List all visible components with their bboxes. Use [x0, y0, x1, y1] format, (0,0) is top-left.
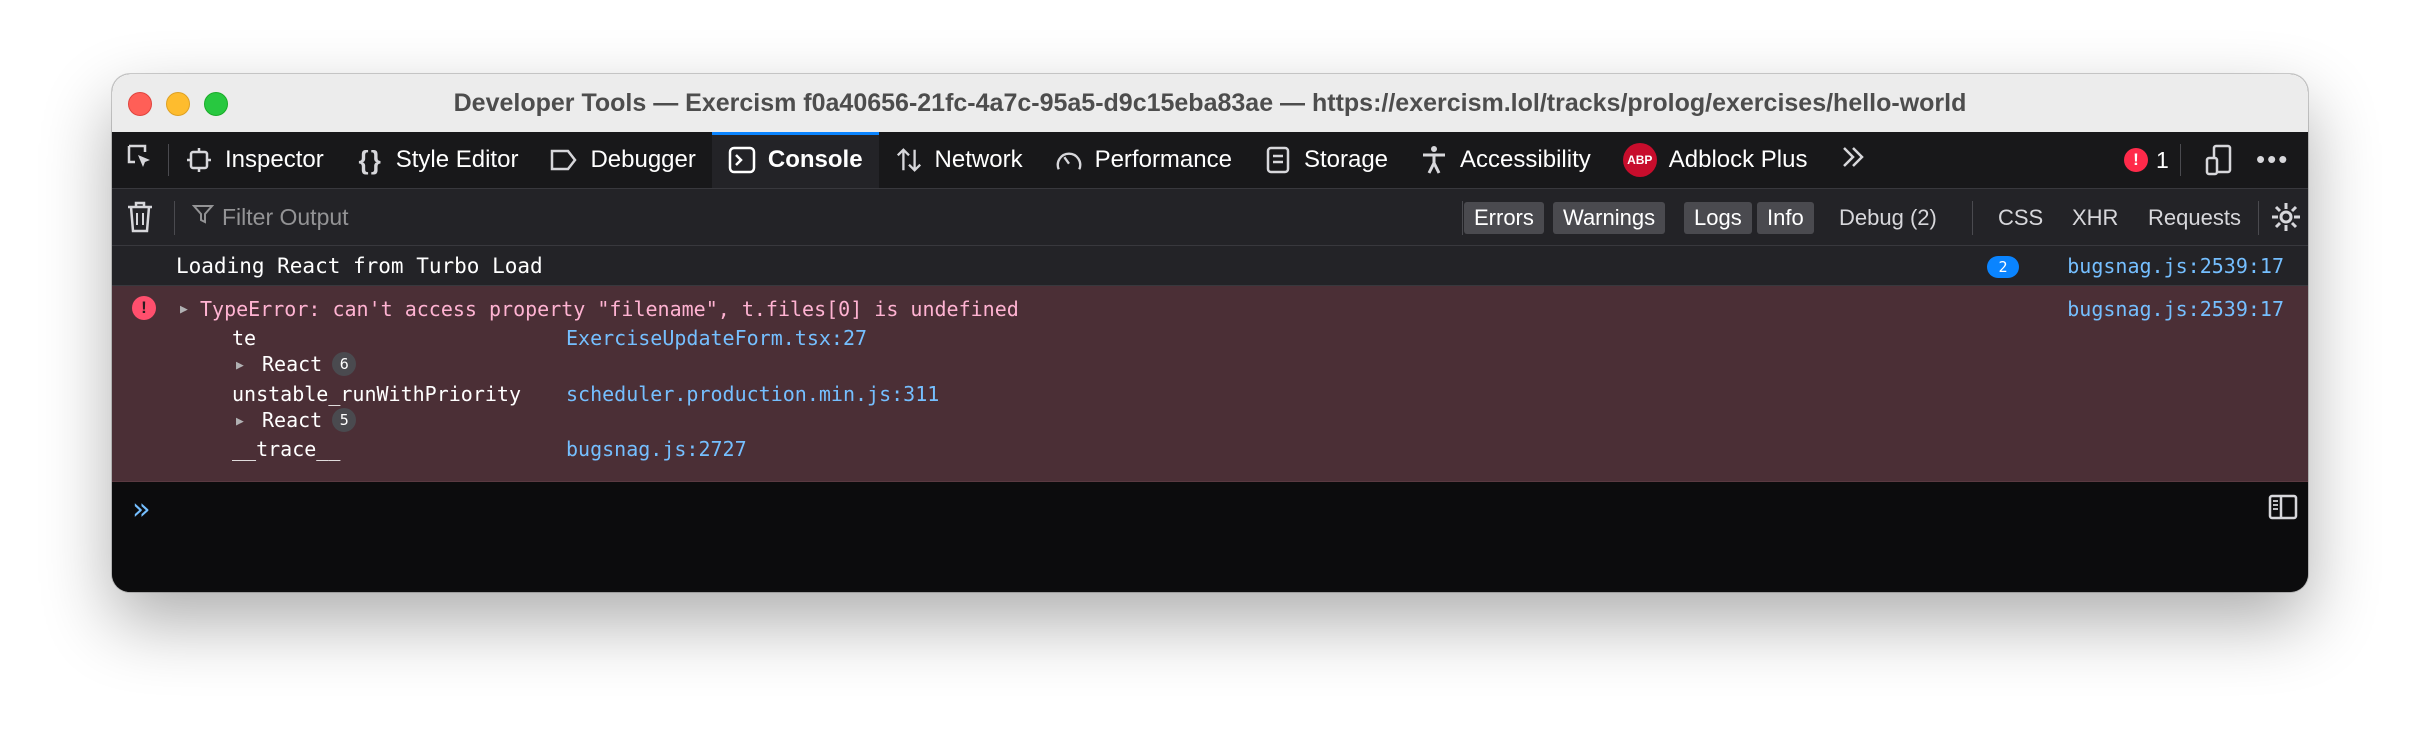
tab-storage-label: Storage: [1303, 146, 1389, 173]
log-source-link[interactable]: bugsnag.js:2539:17: [2067, 254, 2284, 278]
stack-frame-source-link[interactable]: scheduler.production.min.js:311: [566, 382, 939, 406]
ellipsis-icon: •••: [2256, 144, 2290, 174]
storage-icon: [1264, 146, 1292, 174]
console-settings-button[interactable]: [2270, 201, 2302, 238]
inspector-icon: [185, 146, 213, 174]
stack-frame-group[interactable]: React 5: [262, 408, 357, 432]
responsive-design-icon: [2204, 144, 2234, 180]
tab-style-editor[interactable]: { } Style Editor: [340, 132, 535, 188]
more-tools-button[interactable]: [1823, 132, 1883, 188]
tab-performance-label: Performance: [1094, 146, 1232, 173]
filter-css-button[interactable]: CSS: [1988, 202, 2053, 234]
prompt-chevron-icon: »: [132, 492, 151, 527]
filter-logs-button[interactable]: Logs: [1684, 202, 1752, 234]
element-picker-button[interactable]: [112, 132, 168, 188]
filter-output-input[interactable]: Filter Output: [191, 199, 892, 235]
console-message-log[interactable]: Loading React from Turbo Load 2 bugsnag.…: [112, 246, 2308, 286]
filter-xhr-button[interactable]: XHR: [2062, 202, 2128, 234]
element-picker-icon: [125, 142, 155, 179]
accessibility-icon: [1420, 146, 1448, 174]
filter-separator: [174, 201, 175, 235]
error-message-text: TypeError: can't access property "filena…: [200, 297, 1019, 321]
filter-errors-button[interactable]: Errors: [1464, 202, 1544, 234]
filter-requests-button[interactable]: Requests: [2138, 202, 2251, 234]
network-arrows-icon: [895, 146, 923, 174]
error-icon: !: [2124, 148, 2148, 172]
stack-frame-group[interactable]: React 6: [262, 352, 357, 376]
error-icon: !: [132, 296, 156, 320]
title-bar: Developer Tools — Exercism f0a40656-21fc…: [112, 74, 2308, 133]
console-message-error[interactable]: ! ▶ TypeError: can't access property "fi…: [112, 286, 2308, 482]
expand-triangle-icon[interactable]: ▶: [180, 302, 188, 317]
filter-info-button[interactable]: Info: [1757, 202, 1814, 234]
stack-frame-function: te: [232, 326, 257, 350]
console-output: Loading React from Turbo Load 2 bugsnag.…: [112, 246, 2308, 592]
tab-console[interactable]: Console: [711, 132, 879, 188]
gear-icon: [2270, 203, 2302, 237]
filter-separator: [1462, 201, 1463, 235]
tab-console-label: Console: [767, 146, 863, 173]
console-icon: [728, 146, 756, 174]
tab-adblock-plus[interactable]: ABP Adblock Plus: [1607, 132, 1824, 188]
filter-separator: [1972, 201, 1973, 235]
tab-storage[interactable]: Storage: [1248, 132, 1404, 188]
stack-frame-function: unstable_runWithPriority: [232, 382, 521, 406]
clear-console-button[interactable]: [126, 201, 154, 233]
filter-separator: [2258, 201, 2259, 235]
window-title: Developer Tools — Exercism f0a40656-21fc…: [453, 89, 1967, 117]
expand-triangle-icon[interactable]: ▶: [236, 414, 244, 429]
tab-network-label: Network: [934, 146, 1023, 173]
filter-placeholder: Filter Output: [222, 203, 349, 230]
more-options-button[interactable]: •••: [2256, 144, 2289, 175]
tab-adblock-plus-label: Adblock Plus: [1668, 146, 1808, 173]
responsive-design-button[interactable]: [2204, 144, 2234, 181]
repeat-count-badge: 2: [1987, 256, 2019, 278]
error-source-link[interactable]: bugsnag.js:2539:17: [2067, 297, 2284, 321]
filter-funnel-icon: [191, 203, 215, 231]
filter-warnings-button[interactable]: Warnings: [1553, 202, 1666, 234]
stack-group-count: 5: [332, 408, 357, 432]
braces-icon: { }: [358, 144, 381, 175]
stack-frame-source-link[interactable]: ExerciseUpdateForm.tsx:27: [566, 326, 867, 350]
tab-inspector[interactable]: Inspector: [169, 132, 340, 188]
stack-frame-source-link[interactable]: bugsnag.js:2727: [566, 437, 747, 461]
tab-debugger[interactable]: Debugger: [534, 132, 711, 188]
error-count: 1: [2156, 146, 2169, 173]
log-message-text: Loading React from Turbo Load: [176, 254, 543, 278]
console-filter-bar: Filter Output Errors Warnings Logs Info …: [112, 189, 2308, 246]
tab-network[interactable]: Network: [879, 132, 1039, 188]
stack-frame-function: __trace__: [232, 437, 341, 461]
devtools-toolbar: Inspector { } Style Editor Debugger Cons…: [112, 132, 2308, 189]
tab-style-editor-label: Style Editor: [395, 146, 519, 173]
abp-icon: ABP: [1622, 143, 1657, 177]
trash-icon: [126, 201, 154, 237]
stack-group-label: React: [262, 408, 323, 432]
sidebar-icon: [2268, 494, 2298, 524]
filter-debug-button[interactable]: Debug (2): [1829, 202, 1947, 234]
tab-inspector-label: Inspector: [225, 146, 324, 173]
gauge-icon: [1055, 146, 1083, 174]
toolbar-separator: [2180, 144, 2181, 176]
tab-accessibility-label: Accessibility: [1460, 146, 1591, 173]
error-count-badge[interactable]: ! 1: [2124, 132, 2169, 188]
tab-accessibility[interactable]: Accessibility: [1404, 132, 1607, 188]
tab-performance[interactable]: Performance: [1039, 132, 1248, 188]
devtools-window: Developer Tools — Exercism f0a40656-21fc…: [112, 74, 2308, 592]
stack-group-count: 6: [332, 352, 357, 376]
expand-triangle-icon[interactable]: ▶: [236, 358, 244, 373]
tab-debugger-label: Debugger: [590, 146, 696, 173]
console-input[interactable]: »: [112, 482, 2308, 592]
toggle-sidebar-button[interactable]: [2268, 494, 2298, 520]
stack-group-label: React: [262, 352, 323, 376]
chevron-double-right-icon: [1839, 143, 1867, 178]
debugger-icon: [550, 146, 578, 174]
